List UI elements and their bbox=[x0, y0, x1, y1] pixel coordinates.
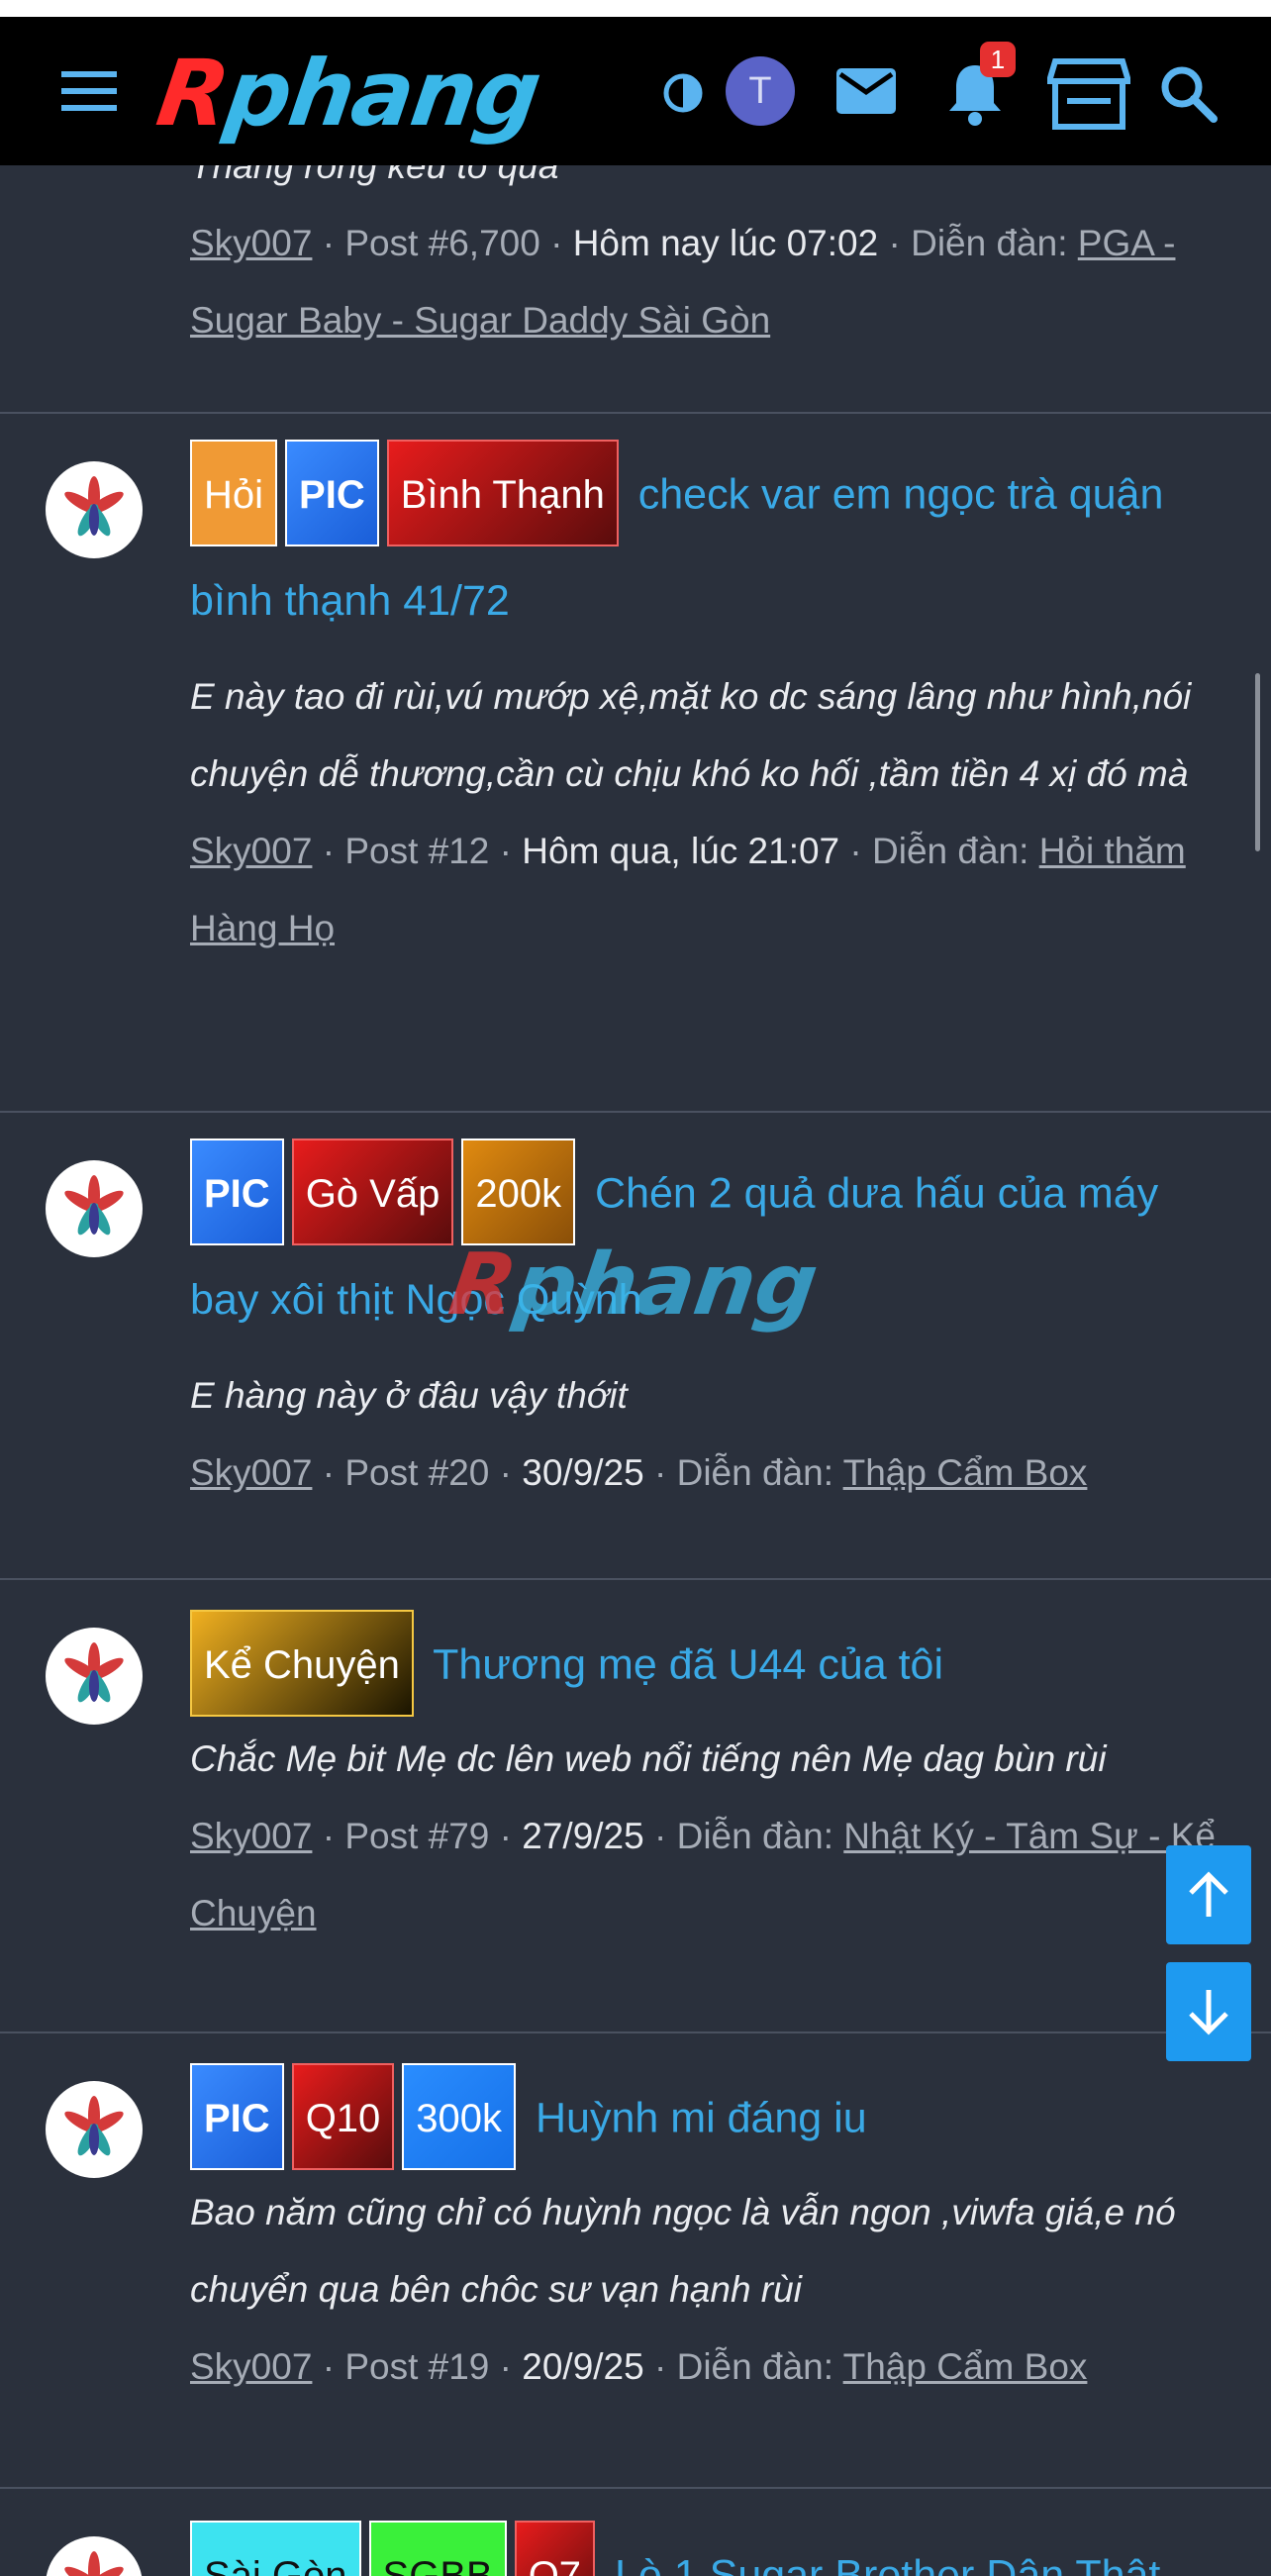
prefix-tag[interactable]: PIC bbox=[190, 1139, 284, 1245]
theme-toggle-button[interactable] bbox=[658, 68, 708, 118]
post-meta: Sky007 · Post #12 · Hôm qua, lúc 21:07 ·… bbox=[190, 831, 1186, 948]
thread-title-link[interactable]: Kể Chuyện Thương mẹ đã U44 của tôi bbox=[190, 1610, 1229, 1721]
inbox-button[interactable] bbox=[831, 61, 901, 121]
prefix-tag[interactable]: Sài Gòn bbox=[190, 2521, 361, 2576]
post-meta: Sky007 · Post #19 · 20/9/25 · Diễn đàn: … bbox=[190, 2346, 1088, 2387]
mail-icon bbox=[836, 68, 896, 114]
forum-label: Diễn đàn: bbox=[676, 1452, 833, 1493]
forum-label: Diễn đàn: bbox=[872, 831, 1029, 871]
theme-toggle-icon bbox=[663, 73, 703, 113]
arrow-down-icon bbox=[1189, 1990, 1228, 2035]
author-avatar[interactable] bbox=[46, 1628, 143, 1725]
search-icon bbox=[1161, 66, 1218, 123]
post-number: Post #6,700 bbox=[344, 223, 540, 263]
thread-title-link[interactable]: Sài Gòn SGBB Q7 Lò 1 Sugar Brother Dân Thậ… bbox=[190, 2521, 1229, 2576]
prefix-tag[interactable]: 300k bbox=[402, 2063, 517, 2170]
user-avatar[interactable]: T bbox=[726, 56, 795, 126]
author-avatar[interactable] bbox=[46, 1160, 143, 1257]
author-link[interactable]: Sky007 bbox=[190, 2346, 312, 2387]
lotus-logo-icon bbox=[64, 1175, 124, 1236]
author-link[interactable]: Sky007 bbox=[190, 1816, 312, 1856]
lotus-logo-icon bbox=[64, 2551, 124, 2576]
thread-title-link[interactable]: Hỏi PIC Bình Thạnh check var em ngọc trà q… bbox=[190, 440, 1229, 652]
prefix-tag[interactable]: Kể Chuyện bbox=[190, 1610, 414, 1717]
arrow-up-icon bbox=[1189, 1871, 1228, 1917]
scroll-to-top-button[interactable] bbox=[1166, 1845, 1251, 1944]
author-link[interactable]: Sky007 bbox=[190, 1452, 312, 1493]
forum-link[interactable]: Thập Cẩm Box bbox=[843, 2346, 1088, 2387]
post-time: 20/9/25 bbox=[522, 2346, 644, 2387]
post-time: Hôm nay lúc 07:02 bbox=[572, 223, 879, 263]
thread-title-link[interactable]: PIC Q10 300k Huỳnh mi đáng iu bbox=[190, 2063, 1229, 2174]
post-time: Hôm qua, lúc 21:07 bbox=[522, 831, 840, 871]
search-button[interactable] bbox=[1153, 58, 1222, 128]
author-link[interactable]: Sky007 bbox=[190, 223, 312, 263]
lotus-logo-icon bbox=[64, 1642, 124, 1703]
scroll-to-bottom-button[interactable] bbox=[1166, 1962, 1251, 2061]
post-number: Post #20 bbox=[344, 1452, 490, 1493]
author-link[interactable]: Sky007 bbox=[190, 831, 312, 871]
author-avatar[interactable] bbox=[46, 461, 143, 558]
store-icon bbox=[1047, 58, 1130, 130]
search-result-item: Hỏi PIC Bình Thạnh check var em ngọc trà q… bbox=[0, 414, 1271, 1111]
prefix-tag[interactable]: Gò Vấp bbox=[291, 1139, 454, 1245]
post-time: 30/9/25 bbox=[522, 1452, 644, 1493]
scrollbar[interactable] bbox=[1255, 673, 1260, 851]
thread-title[interactable]: Huỳnh mi đáng iu bbox=[536, 2094, 867, 2141]
lotus-logo-icon bbox=[64, 476, 124, 537]
forum-label: Diễn đàn: bbox=[911, 223, 1068, 263]
status-strip bbox=[0, 0, 1271, 17]
post-number: Post #79 bbox=[344, 1816, 490, 1856]
author-avatar[interactable] bbox=[46, 2081, 143, 2178]
prefix-tag[interactable]: SGBB bbox=[368, 2521, 507, 2576]
store-button[interactable] bbox=[1044, 54, 1133, 134]
prefix-tag[interactable]: Bình Thạnh bbox=[386, 440, 619, 546]
prefix-tag[interactable]: Q10 bbox=[291, 2063, 395, 2170]
forum-label: Diễn đàn: bbox=[676, 2346, 833, 2387]
search-result-item: Sài Gòn SGBB Q7 Lò 1 Sugar Brother Dân Thậ… bbox=[0, 2489, 1271, 2576]
forum-link[interactable]: Thập Cẩm Box bbox=[843, 1452, 1088, 1493]
forum-label: Diễn đàn: bbox=[676, 1816, 833, 1856]
prefix-tag[interactable]: 200k bbox=[461, 1139, 576, 1245]
notification-badge: 1 bbox=[980, 42, 1016, 77]
post-snippet: Chắc Mẹ bit Mẹ dc lên web nổi tiếng nên … bbox=[190, 1738, 1107, 1779]
search-result-item: PIC Q10 300k Huỳnh mi đáng iu Bao năm cũng… bbox=[0, 2033, 1271, 2487]
prefix-tag[interactable]: Q7 bbox=[514, 2521, 596, 2576]
post-snippet: E hàng này ở đâu vậy thớit bbox=[190, 1375, 628, 1416]
post-number: Post #19 bbox=[344, 2346, 490, 2387]
post-meta: Sky007 · Post #20 · 30/9/25 · Diễn đàn: … bbox=[190, 1452, 1088, 1493]
post-time: 27/9/25 bbox=[522, 1816, 644, 1856]
search-result-item: Kể Chuyện Thương mẹ đã U44 của tôi Chắc … bbox=[0, 1580, 1271, 2031]
menu-icon bbox=[61, 71, 117, 111]
thread-title[interactable]: Thương mẹ đã U44 của tôi bbox=[433, 1640, 943, 1688]
site-logo[interactable]: Rphang bbox=[151, 41, 623, 147]
search-result-item: PIC Gò Vấp 200k Chén 2 quả dưa hấu của máy… bbox=[0, 1113, 1271, 1578]
prefix-tag[interactable]: PIC bbox=[190, 2063, 284, 2170]
thread-title-link[interactable]: PIC Gò Vấp 200k Chén 2 quả dưa hấu của máy… bbox=[190, 1139, 1229, 1351]
lotus-logo-icon bbox=[64, 2096, 124, 2156]
menu-button[interactable] bbox=[51, 58, 127, 124]
post-number: Post #12 bbox=[344, 831, 490, 871]
prefix-tag[interactable]: Hỏi bbox=[190, 440, 278, 546]
post-snippet: E này tao đi rùi,vú mướp xệ,mặt ko dc sá… bbox=[190, 676, 1192, 794]
post-meta: Sky007 · Post #6,700 · Hôm nay lúc 07:02… bbox=[190, 223, 1176, 341]
top-header: Rphang T 1 bbox=[0, 17, 1271, 165]
post-snippet: Bao năm cũng chỉ có huỳnh ngọc là vẫn ng… bbox=[190, 2192, 1176, 2310]
author-avatar[interactable] bbox=[46, 2536, 143, 2576]
thread-title[interactable]: Lò 1 Sugar Brother Dân Thật bbox=[615, 2551, 1160, 2576]
prefix-tag[interactable]: PIC bbox=[285, 440, 379, 546]
post-meta: Sky007 · Post #79 · 27/9/25 · Diễn đàn: … bbox=[190, 1816, 1216, 1933]
search-result-item: Thằng rồng kêu to quá Sky007 · Post #6,7… bbox=[0, 146, 1271, 413]
